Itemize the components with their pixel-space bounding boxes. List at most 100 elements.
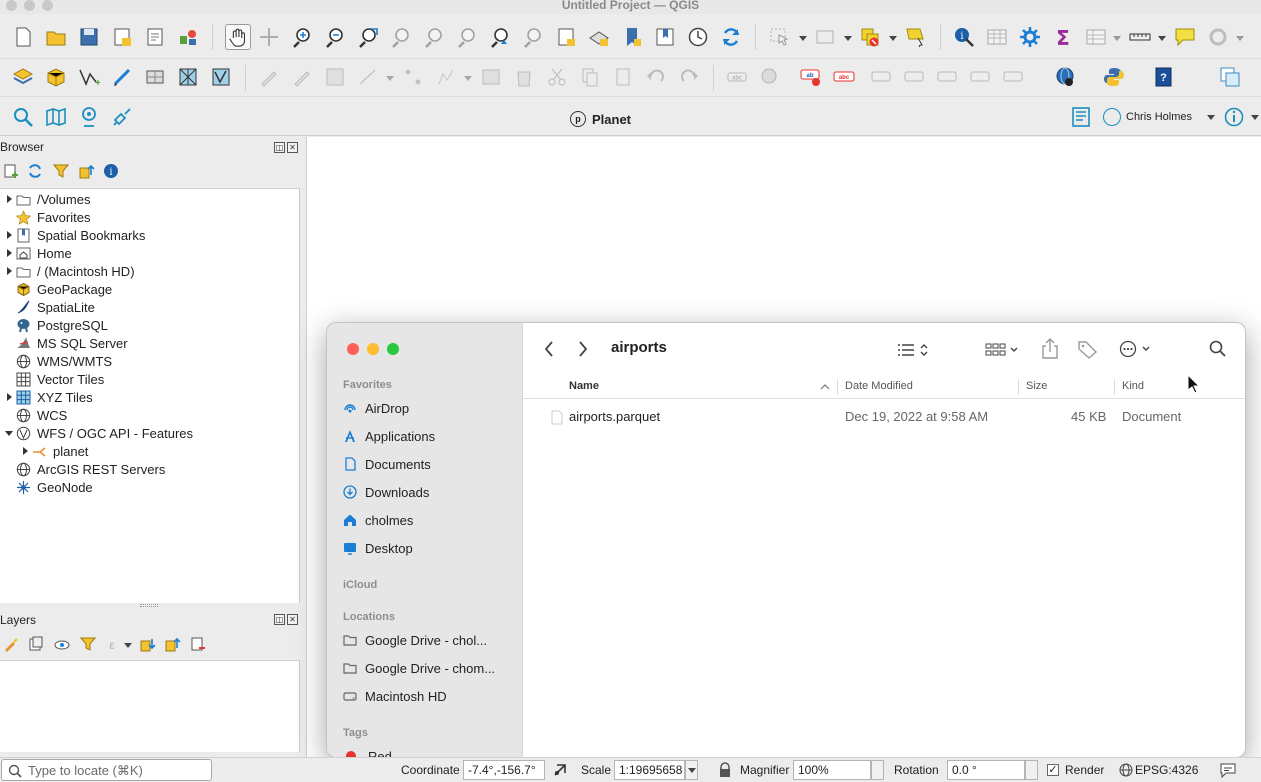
open-layer-styling-icon[interactable] [3,636,19,652]
zoom-to-selection-icon[interactable] [390,26,412,48]
zoom-next-icon[interactable] [522,26,544,48]
toggle-editing-icon[interactable] [291,66,313,88]
share-icon[interactable] [1041,338,1059,360]
orders-icon[interactable] [1070,106,1092,128]
sidebar-item-cholmes[interactable]: cholmes [343,509,515,531]
sidebar-item-airdrop[interactable]: AirDrop [343,397,515,419]
add-vector-icon[interactable] [210,66,232,88]
browser-item-geonode[interactable]: GeoNode [0,478,93,496]
zoom-out-icon[interactable] [324,26,346,48]
browser-item-vector-tiles[interactable]: Vector Tiles [0,370,104,388]
collapsed-arrow-icon[interactable] [22,447,28,455]
layers-float-button[interactable]: ◫ [274,614,285,625]
magnifier-field[interactable]: 100% [793,760,871,780]
user-menu[interactable]: Chris Holmes [1103,108,1192,126]
forward-chevron-icon[interactable] [577,339,589,359]
browser-item-postgresql[interactable]: PostgreSQL [0,316,108,334]
vertex-tool-icon[interactable] [402,66,424,88]
group-by-icon[interactable] [985,341,1021,359]
collapsed-arrow-icon[interactable] [6,249,12,257]
browser-item-macintosh-hd[interactable]: / (Macintosh HD) [0,262,135,280]
info-menu-chevron-icon[interactable] [1251,115,1259,120]
finder-zoom-button[interactable] [387,343,399,355]
cut-features-icon[interactable] [546,66,568,88]
crs-globe-icon[interactable] [1119,763,1133,777]
browser-item-planet[interactable]: planet [0,442,88,460]
toggle-extents-icon[interactable] [552,762,568,778]
collapse-all-icon[interactable] [79,163,95,179]
info-icon[interactable] [1223,106,1245,128]
user-menu-chevron-icon[interactable] [1207,115,1215,120]
pin-label-icon[interactable] [870,66,892,88]
open-table-icon[interactable] [1085,26,1107,48]
temporal-controller-icon[interactable] [687,26,709,48]
new-3d-map-view-icon[interactable] [588,26,610,48]
python-console-icon[interactable] [1103,66,1125,88]
rotation-stepper[interactable] [1025,760,1038,780]
unplaced-labels-icon[interactable]: abc [833,66,855,88]
collapsed-arrow-icon[interactable] [6,267,12,275]
column-size-header[interactable]: Size [1026,380,1047,392]
map-tips-icon[interactable] [1174,26,1196,48]
new-geopackage-layer-icon[interactable] [45,66,67,88]
browser-item-ms-sql-server[interactable]: MS SQL Server [0,334,128,352]
show-hide-labels-icon[interactable] [903,66,925,88]
new-shapefile-layer-icon[interactable]: + [78,66,100,88]
browser-tree[interactable]: /Volumes Favorites Spatial Bookmarks Home / … [0,188,300,603]
refresh-browser-icon[interactable] [27,163,43,179]
remove-layer-icon[interactable] [190,636,206,652]
sort-ascending-chevron-icon[interactable] [820,383,830,391]
sidebar-item-downloads[interactable]: Downloads [343,481,515,503]
new-temporary-layer-icon[interactable] [111,66,133,88]
rotate-label-icon[interactable] [969,66,991,88]
new-project-icon[interactable] [12,26,34,48]
column-date-header[interactable]: Date Modified [845,380,913,392]
panel-toggle-icon[interactable] [1219,66,1241,88]
browser-float-button[interactable]: ◫ [274,142,285,153]
scale-field[interactable]: 1:19695658 [614,760,685,780]
label-tool-icon[interactable]: abc [726,66,748,88]
planet-search-icon[interactable] [12,106,34,128]
highlight-label-icon[interactable]: ab [800,66,822,88]
redo-icon[interactable] [678,66,700,88]
browser-item-wfs-ogc-api-features[interactable]: WFS / OGC API - Features [0,424,193,442]
undo-icon[interactable] [645,66,667,88]
browser-close-button[interactable]: ✕ [287,142,298,153]
edit-attributes-icon[interactable] [480,66,502,88]
collapse-all-layers-icon[interactable] [165,636,181,652]
new-print-layout-icon[interactable] [111,26,133,48]
planet-basemaps-icon[interactable] [45,106,67,128]
collapsed-arrow-icon[interactable] [6,231,12,239]
save-project-icon[interactable] [78,26,100,48]
metasearch-icon[interactable] [1054,66,1076,88]
copy-features-icon[interactable] [579,66,601,88]
manage-map-themes-icon[interactable] [54,636,70,652]
browser-item-home[interactable]: Home [0,244,72,262]
sidebar-item-documents[interactable]: Documents [343,453,515,475]
coordinate-field[interactable]: -7.4°,-156.7° [463,760,545,780]
style-manager-icon[interactable] [177,26,199,48]
data-source-manager-icon[interactable] [12,66,34,88]
finder-close-button[interactable] [347,343,359,355]
save-edits-icon[interactable] [324,66,346,88]
add-mesh-icon[interactable] [177,66,199,88]
filter-legend-icon[interactable] [80,636,96,652]
browser-item-volumes[interactable]: /Volumes [0,190,90,208]
browser-item-wms-wmts[interactable]: WMS/WMTS [0,352,112,370]
crs-button[interactable]: EPSG:4326 [1135,763,1198,777]
more-tools-icon[interactable] [1207,26,1229,48]
list-view-icon[interactable] [897,341,933,359]
layers-close-button[interactable]: ✕ [287,614,298,625]
messages-icon[interactable] [1219,762,1237,778]
zoom-full-icon[interactable] [357,26,379,48]
browser-item-favorites[interactable]: Favorites [0,208,90,226]
enable-properties-icon[interactable]: i [103,163,119,179]
locator-search-input[interactable] [1,759,212,781]
sidebar-item-applications[interactable]: Applications [343,425,515,447]
browser-item-spatialite[interactable]: SpatiaLite [0,298,95,316]
sidebar-item-google-drive-chol[interactable]: Google Drive - chol... [343,629,515,651]
filter-by-expression-icon[interactable]: ε [104,636,120,652]
browser-item-spatial-bookmarks[interactable]: Spatial Bookmarks [0,226,145,244]
expand-all-icon[interactable] [140,636,156,652]
browser-item-arcgis-rest-servers[interactable]: ArcGIS REST Servers [0,460,165,478]
